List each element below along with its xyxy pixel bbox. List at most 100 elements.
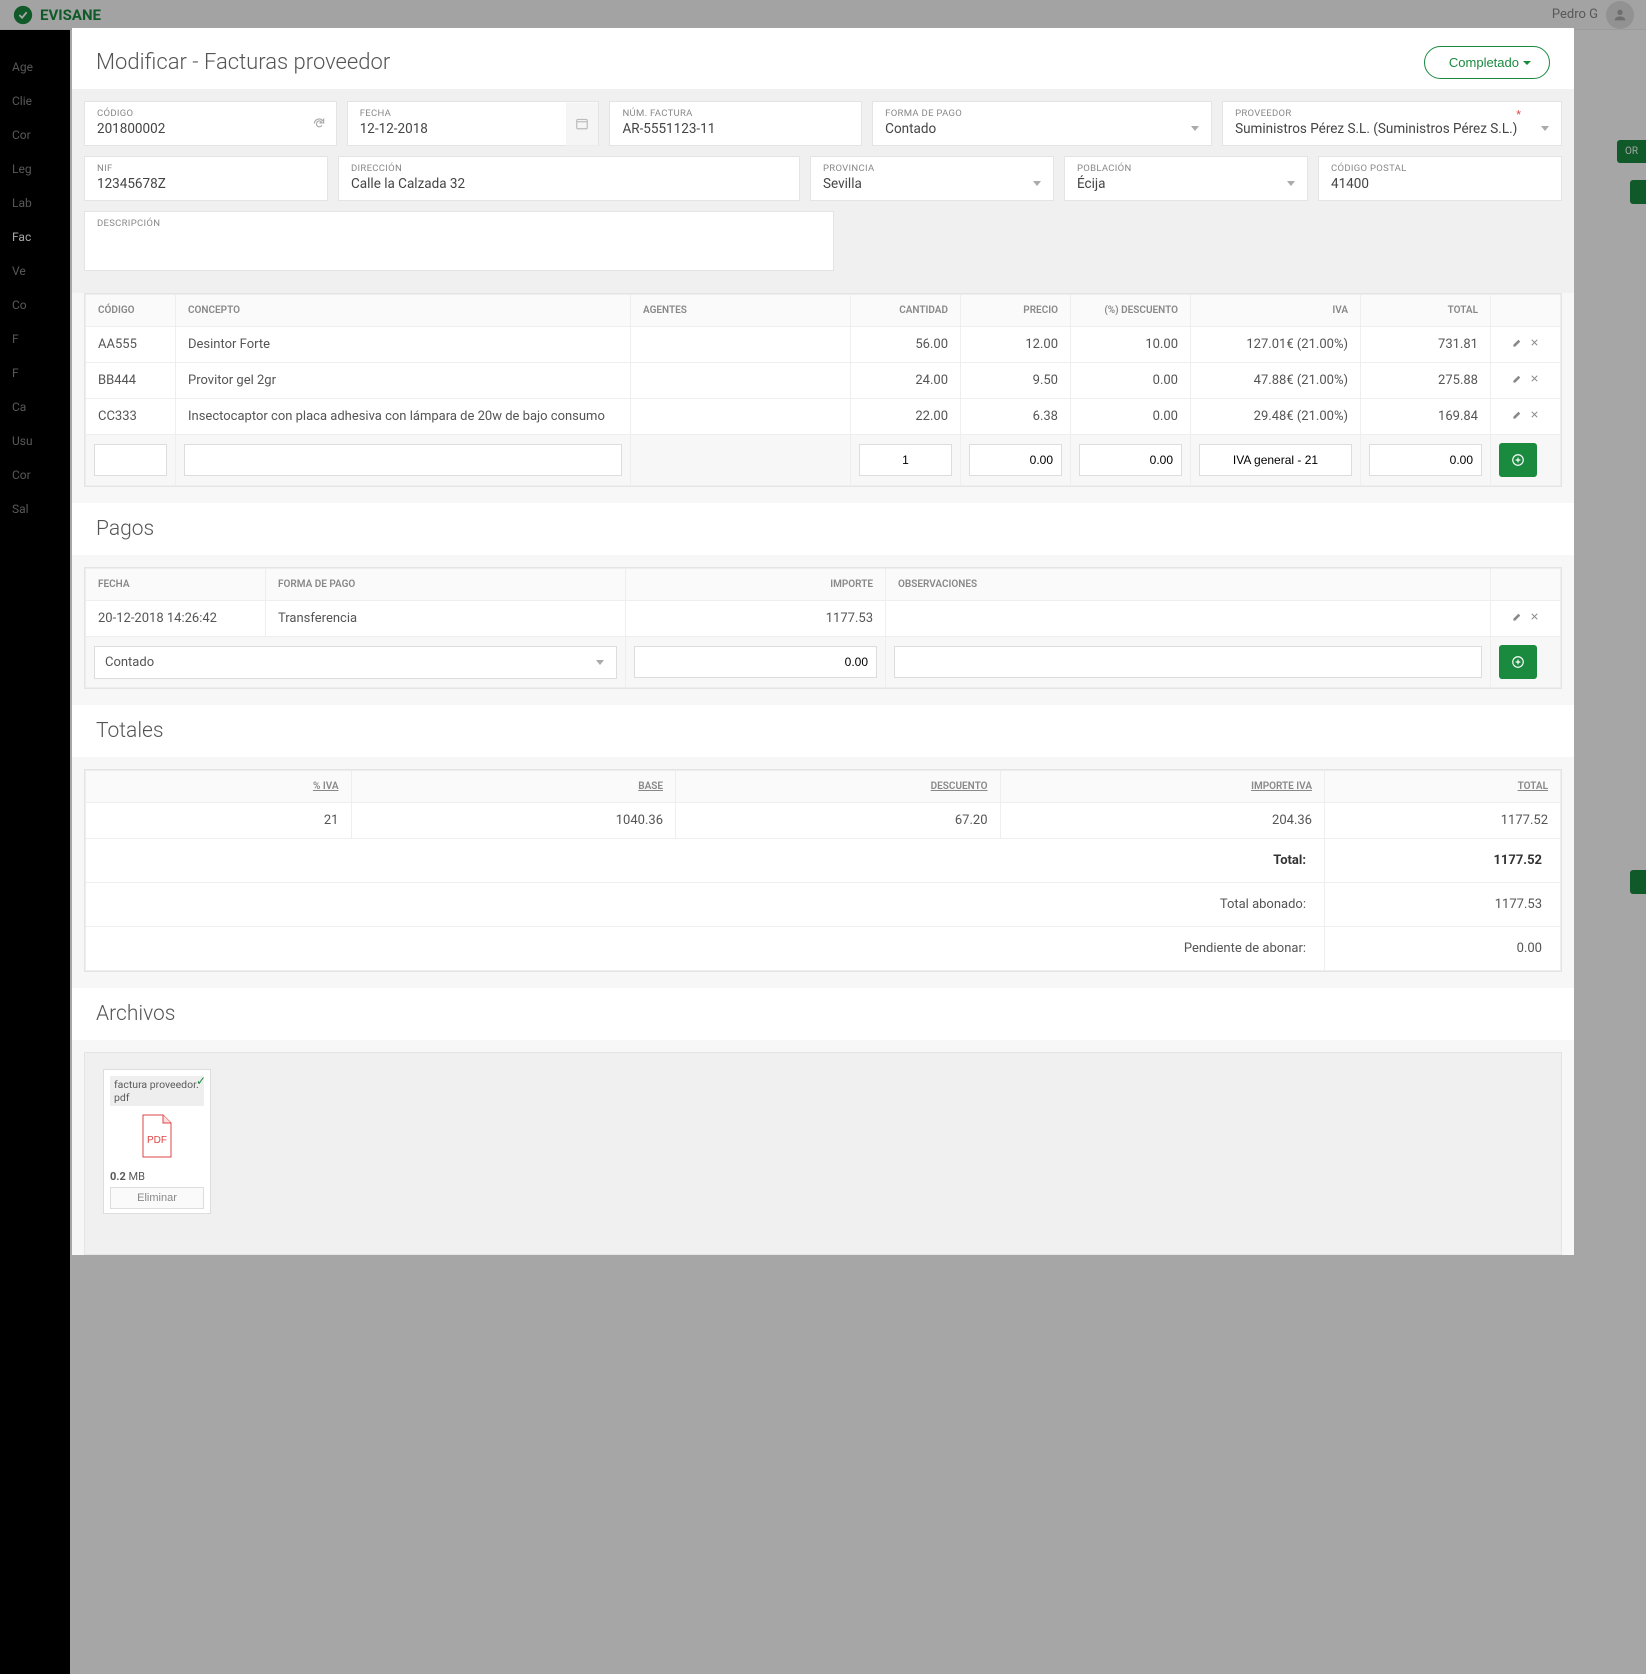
line-cantidad-input[interactable] [859,444,952,476]
line-total-input[interactable] [1369,444,1482,476]
file-name: factura proveedor.pdf [110,1076,204,1106]
status-label: Completado [1449,55,1519,70]
refresh-icon[interactable] [312,102,326,145]
field-label: PROVEEDOR [1235,108,1549,119]
cell-cantidad: 56.00 [851,327,961,363]
col-precio: PRECIO [961,295,1071,327]
table-row: CC333Insectocaptor con placa adhesiva co… [86,399,1561,435]
pago-forma-select[interactable]: Contado [94,646,617,679]
pdf-icon: PDF [110,1108,204,1164]
abonado-label: Total abonado: [86,883,1325,927]
modal-overlay: Modificar - Facturas proveedor Completad… [0,0,1646,1674]
cell-total: 1177.52 [1325,803,1561,839]
codigo-field[interactable]: CÓDIGO 201800002 [84,101,337,146]
calendar-icon[interactable] [566,102,598,145]
line-input-row [86,435,1561,486]
cell-codigo: CC333 [86,399,176,435]
modal-edit-invoice: Modificar - Facturas proveedor Completad… [72,28,1574,1255]
add-pago-button[interactable] [1499,645,1537,679]
field-label: PROVINCIA [823,163,1041,174]
poblacion-select[interactable]: POBLACIÓN Écija [1064,156,1308,201]
direccion-field[interactable]: DIRECCIÓN Calle la Calzada 32 [338,156,800,201]
cell-importe: 1177.53 [626,601,886,637]
col-actions [1491,295,1561,327]
cell-codigo: BB444 [86,363,176,399]
row-actions[interactable] [1491,363,1561,399]
files-dropzone[interactable]: ✓ factura proveedor.pdf PDF 0.2 MB Elimi… [84,1052,1562,1255]
line-codigo-input[interactable] [94,444,167,476]
field-value: Calle la Calzada 32 [351,176,787,192]
table-row: AA555Desintor Forte56.0012.0010.00127.01… [86,327,1561,363]
field-label: FECHA [360,108,587,119]
modal-header: Modificar - Facturas proveedor Completad… [72,28,1574,89]
fecha-field[interactable]: FECHA 12-12-2018 [347,101,600,146]
line-concepto-input[interactable] [184,444,622,476]
form-area: CÓDIGO 201800002 FECHA 12-12-2018 NÚM. F… [72,89,1574,293]
cp-field[interactable]: CÓDIGO POSTAL 41400 [1318,156,1562,201]
totales-section-title: Totales [72,705,1574,757]
line-iva-input[interactable] [1199,444,1352,476]
cell-precio: 6.38 [961,399,1071,435]
pago-input-row: Contado [86,637,1561,688]
required-icon: * [1516,108,1521,121]
col-cantidad: CANTIDAD [851,295,961,327]
status-dropdown[interactable]: Completado [1424,46,1550,79]
field-value: Contado [885,121,1199,137]
file-card[interactable]: ✓ factura proveedor.pdf PDF 0.2 MB Elimi… [103,1069,211,1214]
total-label: Total: [86,839,1325,883]
chevron-down-icon [1541,126,1549,131]
field-label: CÓDIGO [97,108,324,119]
cell-iva: 29.48€ (21.00%) [1191,399,1361,435]
col-total: TOTAL [1325,771,1561,803]
field-label: CÓDIGO POSTAL [1331,163,1549,174]
descripcion-field[interactable]: DESCRIPCIÓN [84,211,834,271]
line-descuento-input[interactable] [1079,444,1182,476]
num-factura-field[interactable]: NÚM. FACTURA AR-5551123-11 [609,101,862,146]
chevron-down-icon [1523,61,1531,65]
pago-obs-input[interactable] [894,646,1482,678]
pagos-table: FECHA FORMA DE PAGO IMPORTE OBSERVACIONE… [84,567,1562,689]
cell-fecha: 20-12-2018 14:26:42 [86,601,266,637]
field-value: Sevilla [823,176,1041,192]
totales-table: % IVA BASE DESCUENTO IMPORTE IVA TOTAL 2… [84,769,1562,972]
cell-cantidad: 24.00 [851,363,961,399]
select-value: Contado [105,655,154,670]
chevron-down-icon [1287,181,1295,186]
field-label: NÚM. FACTURA [622,108,849,119]
line-precio-input[interactable] [969,444,1062,476]
delete-file-button[interactable]: Eliminar [110,1187,204,1209]
col-fecha: FECHA [86,569,266,601]
col-actions [1491,569,1561,601]
row-actions[interactable] [1491,601,1561,637]
row-actions[interactable] [1491,399,1561,435]
col-agentes: AGENTES [631,295,851,327]
check-icon: ✓ [196,1074,206,1088]
field-value: 41400 [1331,176,1549,192]
nif-field[interactable]: NIF 12345678Z [84,156,328,201]
provincia-select[interactable]: PROVINCIA Sevilla [810,156,1054,201]
col-total: TOTAL [1361,295,1491,327]
cell-descuento: 0.00 [1071,399,1191,435]
pago-importe-input[interactable] [634,646,877,678]
col-base: BASE [351,771,676,803]
pendiente-value: 0.00 [1325,927,1561,971]
chevron-down-icon [596,660,604,665]
forma-pago-select[interactable]: FORMA DE PAGO Contado [872,101,1212,146]
cell-iva: 127.01€ (21.00%) [1191,327,1361,363]
field-label: DESCRIPCIÓN [97,218,821,229]
col-iva: IVA [1191,295,1361,327]
col-importe: IMPORTE [626,569,886,601]
field-value: AR-5551123-11 [622,121,849,137]
summary-abonado-row: Total abonado: 1177.53 [86,883,1561,927]
cell-concepto: Insectocaptor con placa adhesiva con lám… [176,399,631,435]
abonado-value: 1177.53 [1325,883,1561,927]
col-descuento: (%) DESCUENTO [1071,295,1191,327]
proveedor-select[interactable]: * PROVEEDOR Suministros Pérez S.L. (Sumi… [1222,101,1562,146]
field-label: FORMA DE PAGO [885,108,1199,119]
cell-agentes [631,363,851,399]
cell-cantidad: 22.00 [851,399,961,435]
col-forma: FORMA DE PAGO [266,569,626,601]
add-line-button[interactable] [1499,443,1537,477]
row-actions[interactable] [1491,327,1561,363]
col-obs: OBSERVACIONES [886,569,1491,601]
